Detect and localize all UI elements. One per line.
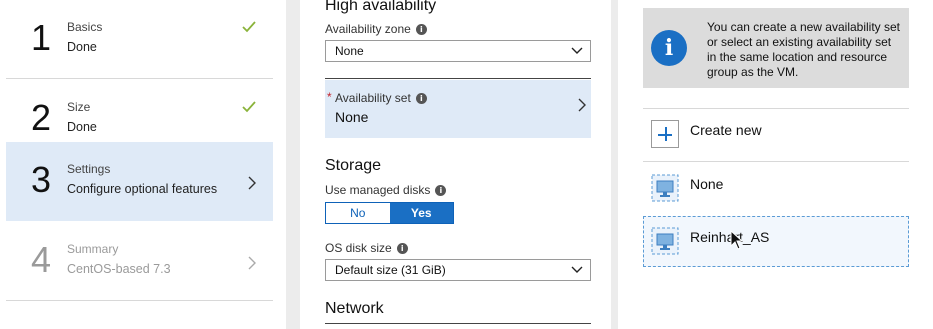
step-basics[interactable]: 1 Basics Done bbox=[6, 0, 273, 79]
step-title: Basics bbox=[67, 20, 103, 34]
wizard-steps-panel: 1 Basics Done 2 Size Done 3 Settings Con… bbox=[0, 0, 286, 329]
step-number: 3 bbox=[31, 159, 52, 200]
step-status: Done bbox=[67, 40, 97, 54]
divider bbox=[325, 323, 591, 324]
chevron-right-icon bbox=[578, 98, 586, 112]
high-availability-heading: High availability bbox=[325, 0, 437, 14]
step-status: Done bbox=[67, 120, 97, 134]
info-icon: i bbox=[651, 30, 687, 66]
step-title: Summary bbox=[67, 242, 119, 256]
option-label: None bbox=[690, 176, 724, 192]
step-title: Size bbox=[67, 100, 91, 114]
availability-zone-select[interactable]: None bbox=[325, 40, 591, 62]
step-number: 4 bbox=[31, 239, 52, 280]
settings-panel: High availability Availability zone i No… bbox=[300, 0, 611, 329]
info-icon[interactable]: i bbox=[435, 184, 447, 196]
divider bbox=[643, 161, 909, 162]
availability-set-option-reinhart-as[interactable]: Reinhart_AS bbox=[643, 216, 909, 267]
checkmark-icon bbox=[242, 21, 256, 33]
required-marker: * bbox=[327, 90, 332, 104]
create-new-label: Create new bbox=[690, 122, 762, 138]
mouse-cursor-icon bbox=[730, 230, 744, 250]
network-heading: Network bbox=[325, 300, 384, 317]
step-description: Configure optional features bbox=[67, 182, 218, 196]
availability-set-panel: i You can create a new availability set … bbox=[618, 0, 933, 329]
info-banner-text: You can create a new availability set or… bbox=[707, 20, 901, 79]
info-icon[interactable]: i bbox=[396, 242, 408, 254]
managed-disks-toggle[interactable]: No Yes bbox=[325, 202, 454, 224]
step-number: 2 bbox=[31, 97, 52, 138]
os-disk-size-value: Default size (31 GiB) bbox=[335, 263, 446, 277]
divider bbox=[325, 78, 591, 79]
storage-heading: Storage bbox=[325, 157, 382, 174]
info-icon[interactable]: i bbox=[415, 92, 427, 104]
os-disk-size-label: OS disk size i bbox=[325, 241, 408, 255]
create-new-button[interactable]: Create new bbox=[643, 109, 909, 160]
availability-set-label: Availability set i bbox=[335, 91, 427, 105]
toggle-no-option[interactable]: No bbox=[326, 203, 390, 223]
chevron-right-icon bbox=[248, 256, 256, 270]
availability-set-icon bbox=[651, 227, 679, 255]
managed-disks-label-text: Use managed disks bbox=[325, 183, 431, 197]
chevron-down-icon bbox=[571, 266, 583, 273]
managed-disks-label: Use managed disks i bbox=[325, 183, 447, 197]
availability-set-icon bbox=[651, 174, 679, 202]
chevron-right-icon bbox=[248, 176, 256, 190]
os-disk-size-select[interactable]: Default size (31 GiB) bbox=[325, 259, 591, 281]
availability-zone-value: None bbox=[335, 44, 364, 58]
step-settings[interactable]: 3 Settings Configure optional features bbox=[6, 142, 273, 221]
availability-zone-label-text: Availability zone bbox=[325, 22, 411, 36]
step-summary[interactable]: 4 Summary CentOS-based 7.3 bbox=[6, 222, 273, 301]
availability-zone-label: Availability zone i bbox=[325, 22, 427, 36]
info-icon[interactable]: i bbox=[415, 23, 427, 35]
availability-set-selector[interactable]: * Availability set i None bbox=[325, 80, 591, 138]
plus-icon bbox=[651, 120, 679, 148]
step-description: CentOS-based 7.3 bbox=[67, 262, 171, 276]
availability-set-label-text: Availability set bbox=[335, 91, 411, 105]
availability-set-option-none[interactable]: None bbox=[643, 163, 909, 214]
availability-set-value: None bbox=[335, 109, 369, 125]
toggle-yes-option[interactable]: Yes bbox=[389, 203, 453, 223]
step-title: Settings bbox=[67, 162, 111, 176]
os-disk-size-label-text: OS disk size bbox=[325, 241, 392, 255]
info-banner: i You can create a new availability set … bbox=[643, 8, 909, 88]
checkmark-icon bbox=[242, 101, 256, 113]
chevron-down-icon bbox=[571, 47, 583, 54]
step-number: 1 bbox=[31, 17, 52, 58]
